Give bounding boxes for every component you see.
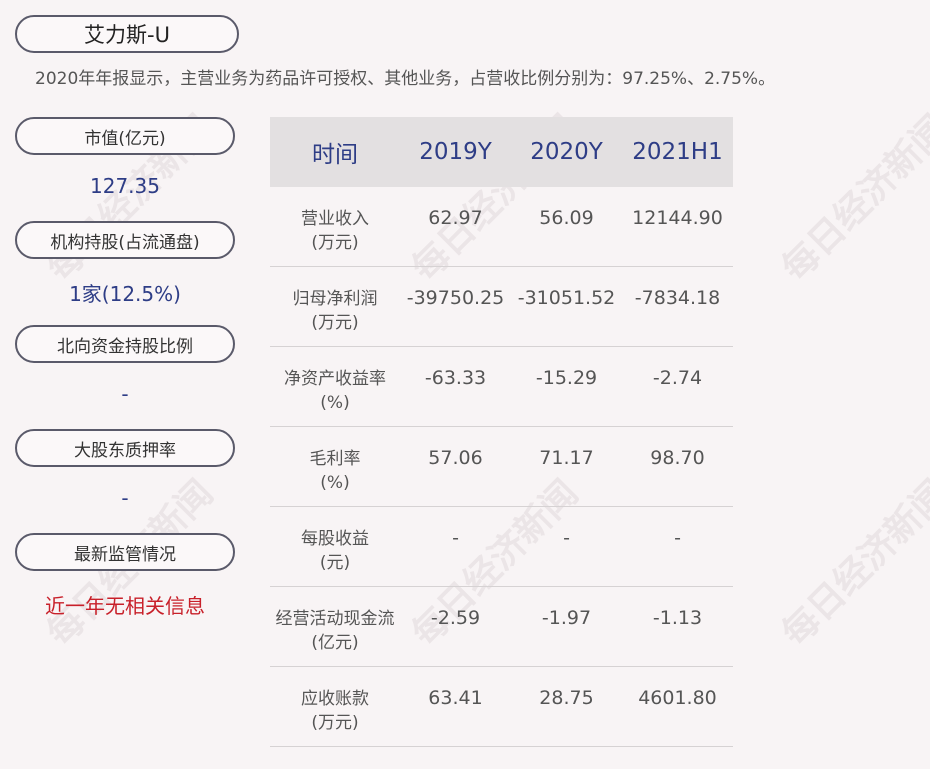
row-label-unit: (万元) [311,313,359,333]
table-cell: -2.74 [652,367,703,389]
table-cell: 62.97 [428,207,483,229]
table-row: 每股收益 (元) - - - [270,507,733,587]
institution-holding-label: 机构持股(占流通盘) [15,221,235,259]
pledge-rate-label: 大股东质押率 [15,429,235,467]
row-label: 经营活动现金流 (亿元) [270,587,400,655]
row-label-text: 净资产收益率 [284,369,386,389]
header-2020: 2020Y [530,139,603,165]
northbound-holding-label: 北向资金持股比例 [15,325,235,363]
row-label-text: 归母净利润 [292,289,378,309]
header-2021h1: 2021H1 [632,139,723,165]
table-row: 归母净利润 (万元) -39750.25 -31051.52 -7834.18 [270,267,733,347]
table-cell: -15.29 [535,367,598,389]
table-cell: -7834.18 [634,287,721,309]
table-cell: -1.97 [541,607,592,629]
table-row: 营业收入 (万元) 62.97 56.09 12144.90 [270,187,733,267]
row-label-text: 每股收益 [301,529,369,549]
row-label-unit: (万元) [311,233,359,253]
table-row: 经营活动现金流 (亿元) -2.59 -1.97 -1.13 [270,587,733,667]
row-label-unit: (%) [320,473,350,493]
row-label-text: 毛利率 [309,449,361,469]
northbound-holding-value: - [121,382,129,406]
row-label: 应收账款 (万元) [270,667,400,735]
table-cell: 56.09 [539,207,594,229]
company-name-badge: 艾力斯-U [15,15,239,53]
table-cell: 28.75 [539,687,594,709]
financial-table: 时间 2019Y 2020Y 2021H1 营业收入 (万元) 62.97 56.09… [270,117,733,747]
institution-holding-value: 1家(12.5%) [69,282,181,306]
table-cell: - [452,527,459,549]
regulatory-status-label: 最新监管情况 [15,533,235,571]
pledge-rate-value: - [121,486,129,510]
table-cell: - [563,527,570,549]
table-row: 应收账款 (万元) 63.41 28.75 4601.80 [270,667,733,747]
market-cap-value: 127.35 [90,174,160,198]
table-cell: -2.59 [430,607,481,629]
row-label: 归母净利润 (万元) [270,267,400,335]
table-cell: 57.06 [428,447,483,469]
row-label: 净资产收益率 (%) [270,347,400,415]
business-summary: 2020年年报显示，主营业务为药品许可授权、其他业务，占营收比例分别为：97.2… [35,69,776,89]
table-header: 时间 2019Y 2020Y 2021H1 [270,117,733,187]
table-cell: -39750.25 [406,287,505,309]
table-cell: 12144.90 [632,207,723,229]
table-cell: -31051.52 [517,287,616,309]
row-label-text: 应收账款 [301,689,369,709]
table-row: 净资产收益率 (%) -63.33 -15.29 -2.74 [270,347,733,427]
table-cell: -1.13 [652,607,703,629]
table-cell: 71.17 [539,447,594,469]
table-cell: - [674,527,681,549]
row-label-text: 经营活动现金流 [275,609,395,629]
row-label: 营业收入 (万元) [270,187,400,255]
row-label-unit: (万元) [311,713,359,733]
watermark: 每日经济新闻 [774,472,930,655]
table-cell: 4601.80 [638,687,717,709]
row-label: 毛利率 (%) [270,427,400,495]
table-cell: 98.70 [650,447,705,469]
header-time: 时间 [312,142,358,168]
row-label: 每股收益 (元) [270,507,400,575]
table-row: 毛利率 (%) 57.06 71.17 98.70 [270,427,733,507]
market-cap-label: 市值(亿元) [15,117,235,155]
row-label-unit: (%) [320,393,350,413]
row-label-unit: (元) [319,553,351,573]
header-2019: 2019Y [419,139,492,165]
row-label-text: 营业收入 [301,209,369,229]
watermark: 每日经济新闻 [774,107,930,290]
regulatory-status-value: 近一年无相关信息 [45,594,205,618]
row-label-unit: (亿元) [311,633,359,653]
table-cell: 63.41 [428,687,483,709]
table-cell: -63.33 [424,367,487,389]
